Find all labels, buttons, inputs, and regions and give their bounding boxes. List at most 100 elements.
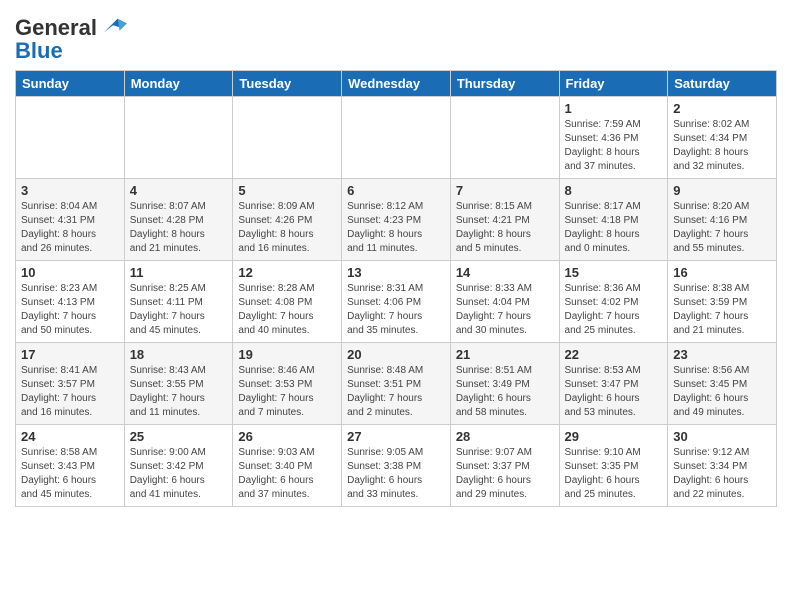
- calendar-week-row: 1 Sunrise: 7:59 AM Sunset: 4:36 PM Daylig…: [16, 97, 777, 179]
- calendar-day: 27 Sunrise: 9:05 AM Sunset: 3:38 PM Dayli…: [342, 425, 451, 507]
- day-number: 7: [456, 183, 554, 198]
- calendar-weekday: Friday: [559, 71, 668, 97]
- day-number: 24: [21, 429, 119, 444]
- calendar-day: 6 Sunrise: 8:12 AM Sunset: 4:23 PM Daylig…: [342, 179, 451, 261]
- day-number: 21: [456, 347, 554, 362]
- calendar-day: 30Sunrise: 9:12 AM Sunset: 3:34 PM Dayli…: [668, 425, 777, 507]
- calendar-day: 29 Sunrise: 9:10 AM Sunset: 3:35 PM Dayli…: [559, 425, 668, 507]
- day-info: Sunrise: 8:56 AM Sunset: 3:45 PM Dayligh…: [673, 364, 771, 420]
- calendar-table: SundayMondayTuesdayWednesdayThursdayFrid…: [15, 70, 777, 507]
- calendar-day: 24 Sunrise: 8:58 AM Sunset: 3:43 PM Dayli…: [16, 425, 125, 507]
- calendar-weekday: Saturday: [668, 71, 777, 97]
- day-info: Sunrise: 8:25 AM Sunset: 4:11 PM Dayligh…: [130, 282, 228, 338]
- day-info: Sunrise: 9:07 AM Sunset: 3:37 PM Dayligh…: [456, 446, 554, 502]
- calendar-day: 22 Sunrise: 8:53 AM Sunset: 3:47 PM Dayli…: [559, 343, 668, 425]
- calendar-day: 21Sunrise: 8:51 AM Sunset: 3:49 PM Dayli…: [450, 343, 559, 425]
- day-info: Sunrise: 9:03 AM Sunset: 3:40 PM Dayligh…: [238, 446, 336, 502]
- day-info: Sunrise: 8:04 AM Sunset: 4:31 PM Dayligh…: [21, 200, 119, 256]
- day-info: Sunrise: 9:10 AM Sunset: 3:35 PM Dayligh…: [565, 446, 663, 502]
- calendar-day: 16 Sunrise: 8:38 AM Sunset: 3:59 PM Dayli…: [668, 261, 777, 343]
- day-number: 6: [347, 183, 445, 198]
- header: General Blue: [15, 10, 777, 64]
- day-number: 9: [673, 183, 771, 198]
- calendar-day: 28 Sunrise: 9:07 AM Sunset: 3:37 PM Dayli…: [450, 425, 559, 507]
- calendar-weekday: Tuesday: [233, 71, 342, 97]
- day-number: 2: [673, 101, 771, 116]
- calendar-week-row: 17 Sunrise: 8:41 AM Sunset: 3:57 PM Dayli…: [16, 343, 777, 425]
- day-info: Sunrise: 8:48 AM Sunset: 3:51 PM Dayligh…: [347, 364, 445, 420]
- day-info: Sunrise: 8:38 AM Sunset: 3:59 PM Dayligh…: [673, 282, 771, 338]
- day-number: 13: [347, 265, 445, 280]
- calendar-day: 1 Sunrise: 7:59 AM Sunset: 4:36 PM Daylig…: [559, 97, 668, 179]
- day-number: 5: [238, 183, 336, 198]
- day-info: Sunrise: 8:15 AM Sunset: 4:21 PM Dayligh…: [456, 200, 554, 256]
- day-number: 1: [565, 101, 663, 116]
- day-number: 11: [130, 265, 228, 280]
- day-number: 14: [456, 265, 554, 280]
- day-info: Sunrise: 8:07 AM Sunset: 4:28 PM Dayligh…: [130, 200, 228, 256]
- day-info: Sunrise: 8:58 AM Sunset: 3:43 PM Dayligh…: [21, 446, 119, 502]
- day-info: Sunrise: 8:43 AM Sunset: 3:55 PM Dayligh…: [130, 364, 228, 420]
- day-number: 18: [130, 347, 228, 362]
- day-info: Sunrise: 8:41 AM Sunset: 3:57 PM Dayligh…: [21, 364, 119, 420]
- calendar-day: 2 Sunrise: 8:02 AM Sunset: 4:34 PM Daylig…: [668, 97, 777, 179]
- day-number: 16: [673, 265, 771, 280]
- calendar-day: 18 Sunrise: 8:43 AM Sunset: 3:55 PM Dayli…: [124, 343, 233, 425]
- calendar-week-row: 3 Sunrise: 8:04 AM Sunset: 4:31 PM Daylig…: [16, 179, 777, 261]
- calendar-day: 7 Sunrise: 8:15 AM Sunset: 4:21 PM Daylig…: [450, 179, 559, 261]
- day-number: 27: [347, 429, 445, 444]
- day-info: Sunrise: 8:53 AM Sunset: 3:47 PM Dayligh…: [565, 364, 663, 420]
- day-info: Sunrise: 7:59 AM Sunset: 4:36 PM Dayligh…: [565, 118, 663, 174]
- day-number: 23: [673, 347, 771, 362]
- day-info: Sunrise: 8:46 AM Sunset: 3:53 PM Dayligh…: [238, 364, 336, 420]
- day-info: Sunrise: 8:02 AM Sunset: 4:34 PM Dayligh…: [673, 118, 771, 174]
- day-number: 26: [238, 429, 336, 444]
- calendar-day: 20 Sunrise: 8:48 AM Sunset: 3:51 PM Dayli…: [342, 343, 451, 425]
- day-info: Sunrise: 8:20 AM Sunset: 4:16 PM Dayligh…: [673, 200, 771, 256]
- calendar-weekday: Thursday: [450, 71, 559, 97]
- calendar-day: 5 Sunrise: 8:09 AM Sunset: 4:26 PM Daylig…: [233, 179, 342, 261]
- day-number: 10: [21, 265, 119, 280]
- day-number: 4: [130, 183, 228, 198]
- day-info: Sunrise: 8:28 AM Sunset: 4:08 PM Dayligh…: [238, 282, 336, 338]
- calendar-empty-day: [16, 97, 125, 179]
- calendar-day: 13 Sunrise: 8:31 AM Sunset: 4:06 PM Dayli…: [342, 261, 451, 343]
- calendar-empty-day: [450, 97, 559, 179]
- day-info: Sunrise: 9:05 AM Sunset: 3:38 PM Dayligh…: [347, 446, 445, 502]
- calendar-weekday: Wednesday: [342, 71, 451, 97]
- day-info: Sunrise: 8:09 AM Sunset: 4:26 PM Dayligh…: [238, 200, 336, 256]
- calendar-week-row: 10 Sunrise: 8:23 AM Sunset: 4:13 PM Dayli…: [16, 261, 777, 343]
- calendar-day: 11 Sunrise: 8:25 AM Sunset: 4:11 PM Dayli…: [124, 261, 233, 343]
- day-info: Sunrise: 8:12 AM Sunset: 4:23 PM Dayligh…: [347, 200, 445, 256]
- calendar-weekday: Sunday: [16, 71, 125, 97]
- day-number: 12: [238, 265, 336, 280]
- day-info: Sunrise: 9:12 AM Sunset: 3:34 PM Dayligh…: [673, 446, 771, 502]
- calendar-week-row: 24 Sunrise: 8:58 AM Sunset: 3:43 PM Dayli…: [16, 425, 777, 507]
- calendar-header-row: SundayMondayTuesdayWednesdayThursdayFrid…: [16, 71, 777, 97]
- calendar-day: 9 Sunrise: 8:20 AM Sunset: 4:16 PM Daylig…: [668, 179, 777, 261]
- day-number: 28: [456, 429, 554, 444]
- calendar-day: 23 Sunrise: 8:56 AM Sunset: 3:45 PM Dayli…: [668, 343, 777, 425]
- day-info: Sunrise: 8:36 AM Sunset: 4:02 PM Dayligh…: [565, 282, 663, 338]
- calendar-weekday: Monday: [124, 71, 233, 97]
- calendar-day: 12 Sunrise: 8:28 AM Sunset: 4:08 PM Dayli…: [233, 261, 342, 343]
- day-info: Sunrise: 8:33 AM Sunset: 4:04 PM Dayligh…: [456, 282, 554, 338]
- day-number: 20: [347, 347, 445, 362]
- day-info: Sunrise: 8:31 AM Sunset: 4:06 PM Dayligh…: [347, 282, 445, 338]
- day-number: 22: [565, 347, 663, 362]
- day-info: Sunrise: 8:17 AM Sunset: 4:18 PM Dayligh…: [565, 200, 663, 256]
- day-number: 3: [21, 183, 119, 198]
- calendar-day: 4 Sunrise: 8:07 AM Sunset: 4:28 PM Daylig…: [124, 179, 233, 261]
- day-number: 25: [130, 429, 228, 444]
- day-number: 19: [238, 347, 336, 362]
- calendar-day: 19 Sunrise: 8:46 AM Sunset: 3:53 PM Dayli…: [233, 343, 342, 425]
- calendar-day: 8Sunrise: 8:17 AM Sunset: 4:18 PM Daylig…: [559, 179, 668, 261]
- day-number: 29: [565, 429, 663, 444]
- day-number: 17: [21, 347, 119, 362]
- calendar-day: 10 Sunrise: 8:23 AM Sunset: 4:13 PM Dayli…: [16, 261, 125, 343]
- day-info: Sunrise: 8:23 AM Sunset: 4:13 PM Dayligh…: [21, 282, 119, 338]
- calendar-day: 26 Sunrise: 9:03 AM Sunset: 3:40 PM Dayli…: [233, 425, 342, 507]
- page: General Blue SundayMondayTuesdayWednesda…: [0, 0, 792, 517]
- calendar-day: 15Sunrise: 8:36 AM Sunset: 4:02 PM Dayli…: [559, 261, 668, 343]
- calendar-empty-day: [233, 97, 342, 179]
